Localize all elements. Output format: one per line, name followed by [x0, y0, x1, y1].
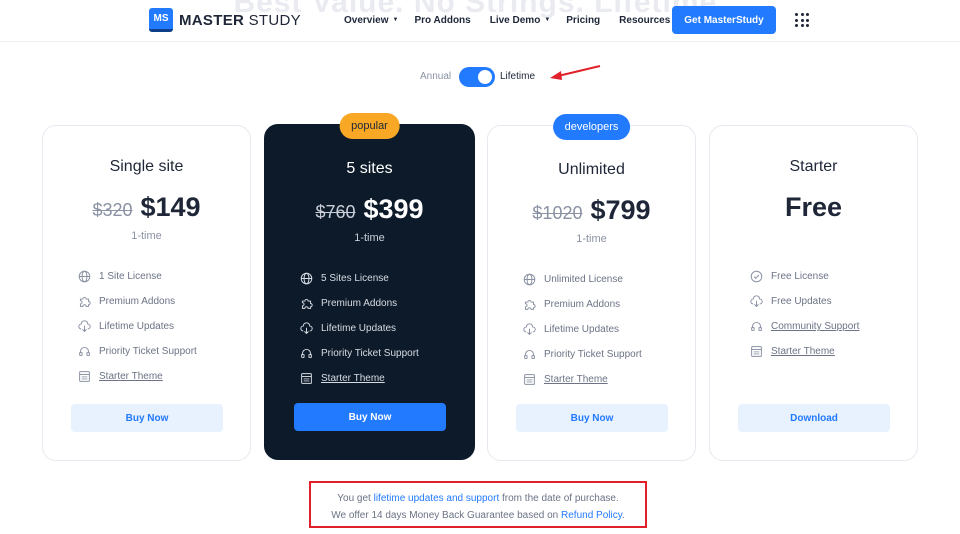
nav-overview[interactable]: Overview ▼ — [344, 15, 398, 26]
get-masterstudy-button[interactable]: Get MasterStudy — [672, 6, 776, 34]
billing-toggle: Annual Lifetime — [0, 66, 960, 88]
feature-item: Free License — [750, 264, 859, 289]
nav-pricing[interactable]: Pricing — [566, 15, 600, 26]
plan-name: Single site — [109, 158, 184, 175]
feature-item: Unlimited License — [523, 267, 642, 292]
price-row: $1020 $799 — [488, 195, 695, 226]
plan-name: 5 sites — [346, 160, 393, 177]
billing-period: 1-time — [576, 233, 607, 245]
feature-item-link[interactable]: Starter Theme — [523, 367, 642, 392]
buy-now-button[interactable]: Buy Now — [516, 404, 668, 432]
current-price: $149 — [140, 192, 201, 222]
billing-period: 1-time — [131, 230, 162, 242]
headset-icon — [78, 345, 91, 358]
old-price: $1020 — [532, 203, 583, 223]
billing-period: 1-time — [354, 232, 385, 244]
headset-icon — [750, 320, 763, 333]
current-price: $399 — [363, 194, 424, 224]
download-button[interactable]: Download — [738, 404, 890, 432]
headset-icon — [523, 348, 536, 361]
nav-pro-addons[interactable]: Pro Addons — [414, 15, 470, 26]
feature-list: 1 Site License Premium Addons Lifetime U… — [78, 264, 197, 389]
feature-list: 5 Sites License Premium Addons Lifetime … — [300, 266, 419, 391]
plan-card-5-sites: popular 5 sites $760 $399 1-time 5 Sites… — [264, 113, 475, 460]
price-row: $760 $399 — [265, 194, 474, 225]
notice-line-2: We offer 14 days Money Back Guarantee ba… — [331, 510, 625, 521]
puzzle-icon — [78, 295, 91, 308]
feature-list: Free License Free Updates Community Supp… — [750, 264, 859, 364]
feature-item: Premium Addons — [300, 291, 419, 316]
logo-text: MASTER STUDY — [179, 11, 301, 29]
caret-down-icon: ▼ — [544, 17, 551, 23]
plan-name: Unlimited — [558, 161, 625, 178]
theme-icon — [523, 373, 536, 386]
feature-item: Free Updates — [750, 289, 859, 314]
plan-card-unlimited: developers Unlimited $1020 $799 1-time U… — [487, 114, 696, 461]
plan-name: Starter — [789, 158, 838, 175]
theme-icon — [300, 372, 313, 385]
plan-card-single-site: Single site $320 $149 1-time 1 Site Lice… — [42, 125, 251, 461]
feature-item: Priority Ticket Support — [300, 341, 419, 366]
cloud-download-icon — [300, 322, 313, 335]
nav-live-demo[interactable]: Live Demo ▼ — [490, 15, 551, 26]
caret-down-icon: ▼ — [392, 17, 399, 23]
theme-icon — [750, 345, 763, 358]
toggle-label-annual[interactable]: Annual — [420, 71, 451, 82]
cloud-download-icon — [523, 323, 536, 336]
feature-item: Priority Ticket Support — [523, 342, 642, 367]
lifetime-updates-link[interactable]: lifetime updates and support — [374, 493, 500, 504]
billing-switch[interactable] — [459, 67, 495, 87]
current-price: Free — [784, 192, 843, 222]
globe-icon — [300, 272, 313, 285]
buy-now-button[interactable]: Buy Now — [71, 404, 223, 432]
notice-line-1: You get lifetime updates and support fro… — [337, 493, 619, 504]
feature-item: 5 Sites License — [300, 266, 419, 291]
feature-item: Premium Addons — [78, 289, 197, 314]
feature-item: Lifetime Updates — [523, 317, 642, 342]
feature-item: Premium Addons — [523, 292, 642, 317]
theme-icon — [78, 370, 91, 383]
popular-badge: popular — [339, 113, 400, 139]
feature-item-link[interactable]: Starter Theme — [750, 339, 859, 364]
switch-knob — [478, 70, 492, 84]
current-price: $799 — [590, 195, 651, 225]
developers-badge: developers — [552, 114, 631, 140]
feature-list: Unlimited License Premium Addons Lifetim… — [523, 267, 642, 392]
annotation-arrow-icon — [550, 65, 601, 80]
refund-policy-link[interactable]: Refund Policy — [561, 510, 622, 521]
globe-icon — [78, 270, 91, 283]
feature-item-link[interactable]: Starter Theme — [300, 366, 419, 391]
cloud-download-icon — [78, 320, 91, 333]
site-header: Best Value. No Strings. Lifetime. MS MAS… — [0, 0, 960, 42]
feature-item-link[interactable]: Community Support — [750, 314, 859, 339]
toggle-label-lifetime[interactable]: Lifetime — [500, 71, 535, 82]
puzzle-icon — [523, 298, 536, 311]
old-price: $320 — [92, 200, 133, 220]
feature-item-link[interactable]: Starter Theme — [78, 364, 197, 389]
feature-item: Lifetime Updates — [78, 314, 197, 339]
plan-card-starter: Starter Free Free License Free Updates C… — [709, 125, 918, 461]
purchase-notice: You get lifetime updates and support fro… — [309, 481, 647, 528]
check-circle-icon — [750, 270, 763, 283]
puzzle-icon — [300, 297, 313, 310]
price-row: $320 $149 — [43, 192, 250, 223]
headset-icon — [300, 347, 313, 360]
feature-item: Priority Ticket Support — [78, 339, 197, 364]
old-price: $760 — [315, 202, 356, 222]
price-row: Free — [710, 192, 917, 223]
feature-item: 1 Site License — [78, 264, 197, 289]
logo[interactable]: MS MASTER STUDY — [149, 8, 301, 32]
feature-item: Lifetime Updates — [300, 316, 419, 341]
buy-now-button[interactable]: Buy Now — [294, 403, 446, 431]
globe-icon — [523, 273, 536, 286]
cloud-download-icon — [750, 295, 763, 308]
logo-mark-icon: MS — [149, 8, 173, 32]
main-nav: Overview ▼ Pro Addons Live Demo ▼ Pricing … — [344, 0, 680, 40]
apps-grid-icon[interactable] — [795, 13, 809, 27]
